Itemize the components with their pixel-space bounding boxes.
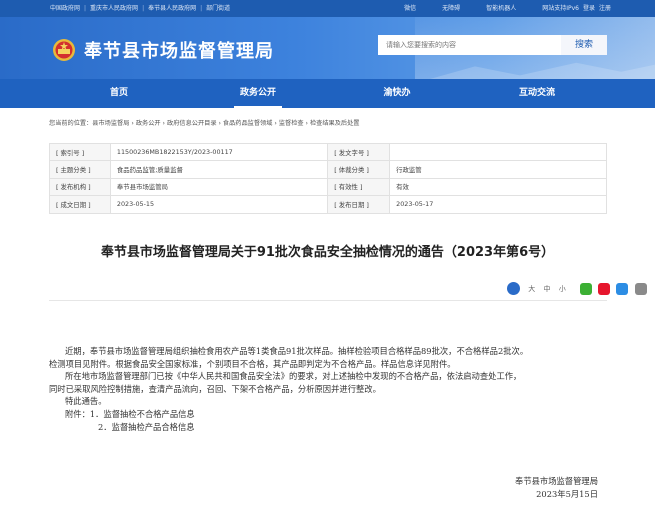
meta-label-genre: [ 体裁分类 ] — [327, 160, 391, 179]
emblem-icon — [53, 39, 75, 61]
top-right-links: 微信 无障碍 智能机器人 网站支持IPv6 登录 注册 — [378, 3, 611, 12]
attachment-link-2[interactable]: 2．监督抽检产品合格信息 — [49, 421, 607, 434]
body-para-2-line-1: 所在地市场监督管理部门已按《中华人民共和国食品安全法》的要求，对上述抽检中发现的… — [65, 371, 522, 382]
body-notice: 特此通告。 — [65, 396, 107, 407]
main-nav: 首页 政务公开 渝快办 互动交流 — [0, 79, 655, 108]
signature-block: 奉节县市场监督管理局 2023年5月15日 — [515, 475, 598, 500]
meta-label-published: [ 发布日期 ] — [327, 195, 391, 214]
meta-doc-no — [389, 142, 607, 162]
link-robot[interactable]: 智能机器人 — [486, 5, 516, 12]
meta-label-created: [ 成文日期 ] — [49, 195, 111, 214]
attachment-link-1[interactable]: 附件：1．监督抽检不合格产品信息 — [49, 408, 607, 421]
meta-created-date: 2023-05-15 — [109, 195, 329, 214]
top-links: 中国政府网 | 重庆市人民政府网 | 奉节县人民政府网 | 部门街道 — [50, 5, 231, 12]
link-ipv6[interactable]: 网站支持IPv6 — [542, 5, 579, 12]
sign-organization: 奉节县市场监督管理局 — [515, 476, 598, 486]
font-medium-button[interactable]: 中 — [543, 284, 550, 294]
body-para-1-line-2: 检测项目见附件。根据食品安全国家标准，个别项目不合格，其产品即判定为不合格产品。… — [49, 358, 456, 369]
link-register[interactable]: 注册 — [599, 5, 611, 12]
meta-label-validity: [ 有效性 ] — [327, 177, 391, 197]
body-para-1-line-1: 近期，奉节县市场监督管理局组织抽检食用农产品等1类食品91批次样品。抽样检验项目… — [65, 346, 529, 356]
document-meta-table: [ 索引号 ] 11500236MB1822153Y/2023-00117 [ … — [49, 142, 607, 214]
meta-issuer: 奉节县市场监管局 — [109, 177, 329, 197]
link-chongqing[interactable]: 重庆市人民政府网 — [90, 5, 138, 12]
weibo-icon[interactable] — [598, 282, 611, 295]
nav-item-gov-affairs[interactable]: 政务公开 — [234, 79, 282, 108]
nav-item-yukuaiban[interactable]: 渝快办 — [373, 79, 421, 108]
font-small-button[interactable]: 小 — [559, 284, 566, 294]
breadcrumb[interactable]: 您当前的位置：县市场监督局 › 政务公开 › 政府信息公开目录 › 食品药品监督… — [49, 118, 359, 127]
meta-topic: 食品药品监管;质量监督 — [109, 160, 329, 179]
article-tools: 大 中 小 — [507, 282, 647, 296]
meta-label-index: [ 索引号 ] — [49, 142, 111, 162]
nav-item-interaction[interactable]: 互动交流 — [512, 79, 562, 108]
link-login[interactable]: 登录 — [583, 5, 595, 12]
print-icon[interactable] — [634, 282, 647, 295]
font-size-icon — [507, 282, 520, 295]
search-button[interactable]: 搜索 — [561, 35, 607, 55]
meta-label-issuer: [ 发布机构 ] — [49, 177, 111, 197]
font-large-button[interactable]: 大 — [528, 284, 535, 294]
meta-index-no: 11500236MB1822153Y/2023-00117 — [109, 142, 329, 162]
meta-genre: 行政监管 — [389, 160, 607, 179]
document-title: 奉节县市场监督管理局关于91批次食品安全抽检情况的通告（2023年第6号） — [100, 245, 555, 260]
link-gov-cn[interactable]: 中国政府网 — [50, 5, 80, 12]
top-strip: 中国政府网 | 重庆市人民政府网 | 奉节县人民政府网 | 部门街道 微信 无障碍 智能机器人 网… — [0, 0, 655, 17]
nav-item-home[interactable]: 首页 — [96, 79, 142, 108]
sign-date: 2023年5月15日 — [536, 488, 598, 499]
link-weibo[interactable]: 微信 — [404, 5, 416, 12]
document-body: 近期，奉节县市场监督管理局组织抽检食用农产品等1类食品91批次样品。抽样检验项目… — [49, 345, 607, 433]
site-title[interactable]: 奉节县市场监督管理局 — [84, 37, 274, 63]
wechat-icon[interactable] — [579, 282, 592, 295]
divider — [49, 300, 607, 301]
qzone-icon[interactable] — [616, 282, 629, 295]
link-accessible[interactable]: 无障碍 — [442, 5, 460, 12]
search-input[interactable] — [378, 35, 561, 55]
meta-published-date: 2023-05-17 — [389, 195, 607, 214]
meta-label-doc-no: [ 发文字号 ] — [327, 142, 391, 162]
meta-validity: 有效 — [389, 177, 607, 197]
link-fengjie[interactable]: 奉节县人民政府网 — [148, 5, 196, 12]
meta-label-topic: [ 主题分类 ] — [49, 160, 111, 179]
link-dept[interactable]: 部门街道 — [206, 5, 230, 12]
body-para-2-line-2: 同时已采取风险控制措施，查清产品流向，召回、下架不合格产品，分析原因并进行整改。 — [49, 383, 381, 394]
